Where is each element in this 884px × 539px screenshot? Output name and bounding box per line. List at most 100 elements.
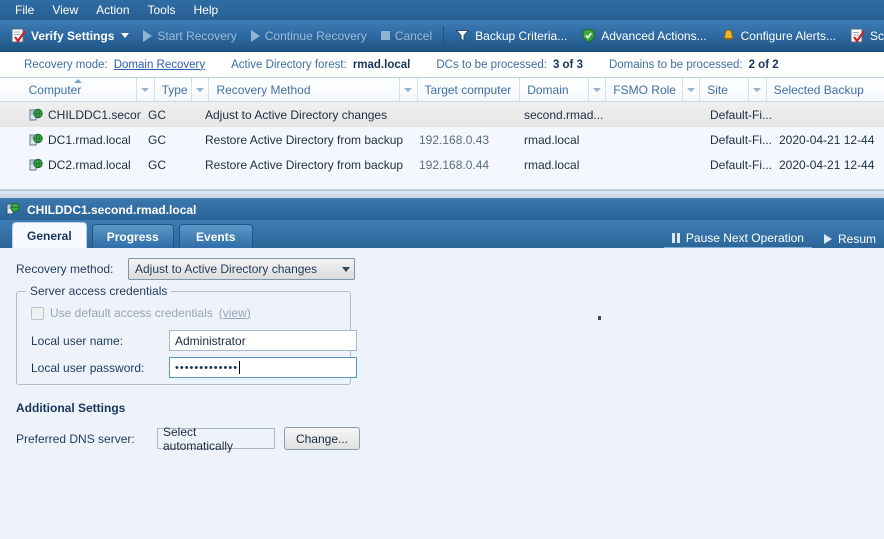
recovery-method-row: Recovery method: Adjust to Active Direct… xyxy=(16,258,355,280)
table-row[interactable]: CHILDDC1.secon... GC Adjust to Active Di… xyxy=(0,102,884,127)
preferred-dns-label: Preferred DNS server: xyxy=(16,431,135,446)
stop-icon xyxy=(380,31,390,40)
tab-general-label: General xyxy=(27,228,72,243)
domains-label: Domains to be processed: xyxy=(608,58,743,71)
row-domain: second.rmad... xyxy=(524,107,604,122)
backup-criteria-button[interactable]: Backup Criteria... xyxy=(448,25,574,46)
general-tab-content: Recovery method: Adjust to Active Direct… xyxy=(10,249,884,499)
menu-item-action[interactable]: Action xyxy=(87,1,138,19)
grid-header-domain[interactable]: Domain xyxy=(520,78,589,101)
panel-splitter[interactable] xyxy=(0,190,884,199)
row-selected-backup: 2020-04-21 12-44 xyxy=(779,157,875,172)
local-user-password-value: ••••••••••••• xyxy=(175,361,239,374)
cancel-label: Cancel xyxy=(394,28,433,43)
application-window: File View Action Tools Help Verify Setti… xyxy=(0,0,884,539)
dc-grid: Computer Type Recovery Method Target com… xyxy=(0,78,884,190)
resume-button[interactable]: Resum xyxy=(816,230,884,248)
filter-recovery-method-icon[interactable] xyxy=(399,78,418,101)
advanced-actions-button[interactable]: Advanced Actions... xyxy=(574,25,713,46)
filter-domain-icon[interactable] xyxy=(588,78,607,101)
menu-item-help[interactable]: Help xyxy=(185,1,228,19)
grid-header-type[interactable]: Type xyxy=(155,78,192,101)
forest-value: rmad.local xyxy=(352,58,411,71)
row-domain: rmad.local xyxy=(524,132,580,147)
shield-icon xyxy=(581,28,596,43)
view-credentials-link[interactable]: (view) xyxy=(219,306,251,320)
row-site: Default-Fi... xyxy=(710,132,772,147)
local-user-password-label: Local user password: xyxy=(31,360,145,375)
domains-value: 2 of 2 xyxy=(748,58,779,71)
row-computer: CHILDDC1.secon... xyxy=(22,108,141,122)
local-user-name-value: Administrator xyxy=(175,333,246,348)
grid-header-row: Computer Type Recovery Method Target com… xyxy=(0,78,884,102)
sort-ascending-icon xyxy=(73,79,82,83)
chevron-down-icon[interactable] xyxy=(121,33,130,38)
grid-header-fsmo-role[interactable]: FSMO Role xyxy=(606,78,683,101)
grid-header-target-computer-label: Target computer xyxy=(424,82,512,97)
detail-panel: CHILDDC1.second.rmad.local General Progr… xyxy=(0,199,884,499)
verify-settings-icon xyxy=(11,28,26,43)
table-row[interactable]: DC1.rmad.local GC Restore Active Directo… xyxy=(0,127,884,152)
menu-item-file[interactable]: File xyxy=(6,1,43,19)
local-user-name-label: Local user name: xyxy=(31,333,124,348)
preferred-dns-value: Select automatically xyxy=(157,425,275,453)
grid-header-recovery-method[interactable]: Recovery Method xyxy=(209,78,400,101)
dcs-label: DCs to be processed: xyxy=(436,58,547,71)
grid-header-type-label: Type xyxy=(161,82,188,97)
recovery-mode-link[interactable]: Domain Recovery xyxy=(114,59,205,71)
filter-fsmo-icon[interactable] xyxy=(682,78,701,101)
resume-label: Resum xyxy=(837,231,876,246)
pause-next-operation-button[interactable]: Pause Next Operation xyxy=(663,229,812,248)
filter-computer-icon[interactable] xyxy=(136,78,155,101)
domain-controller-icon xyxy=(29,108,43,122)
grid-header-selected-backup[interactable]: Selected Backup xyxy=(767,78,884,101)
row-target-computer: 192.168.0.44 xyxy=(419,157,490,172)
grid-header-site[interactable]: Site xyxy=(700,78,750,101)
recovery-method-select[interactable]: Adjust to Active Directory changes xyxy=(128,258,355,280)
server-access-credentials-title: Server access credentials xyxy=(26,284,172,298)
grid-header-site-label: Site xyxy=(707,82,728,97)
menu-item-view[interactable]: View xyxy=(43,1,87,19)
filter-type-icon[interactable] xyxy=(191,78,210,101)
row-computer-label: DC2.rmad.local xyxy=(48,157,131,172)
cancel-button[interactable]: Cancel xyxy=(374,26,439,46)
detail-tab-strip: General Progress Events Pause Next Opera… xyxy=(0,220,884,248)
recovery-mode-label: Recovery mode: xyxy=(24,58,108,71)
tab-events-label: Events xyxy=(196,229,236,244)
advanced-actions-label: Advanced Actions... xyxy=(601,28,707,43)
play-icon xyxy=(823,233,832,244)
detail-panel-title: CHILDDC1.second.rmad.local xyxy=(27,202,197,217)
verify-settings-button[interactable]: Verify Settings xyxy=(4,25,136,46)
row-computer-label: CHILDDC1.secon... xyxy=(48,107,141,122)
grid-header-recovery-method-label: Recovery Method xyxy=(216,82,311,97)
local-user-name-input[interactable]: Administrator xyxy=(169,330,357,351)
chevron-down-icon xyxy=(342,266,350,272)
grid-header-target-computer[interactable]: Target computer xyxy=(418,78,521,101)
menu-item-tools[interactable]: Tools xyxy=(139,1,185,19)
row-recovery-method: Adjust to Active Directory changes xyxy=(205,107,388,122)
configure-alerts-button[interactable]: Configure Alerts... xyxy=(714,25,843,46)
grid-header-selected-backup-label: Selected Backup xyxy=(773,82,864,97)
tab-general[interactable]: General xyxy=(12,222,87,248)
tab-events[interactable]: Events xyxy=(178,224,253,248)
play-icon xyxy=(250,29,260,42)
schedule-verify-button[interactable]: Schedule Verify... xyxy=(843,25,884,46)
row-computer: DC1.rmad.local xyxy=(22,133,141,147)
funnel-icon xyxy=(455,28,470,43)
domain-controller-icon xyxy=(29,158,43,172)
row-recovery-method: Restore Active Directory from backup xyxy=(205,132,404,147)
local-user-password-row: Local user password: ••••••••••••• xyxy=(31,357,357,378)
grid-header-spacer xyxy=(0,78,22,101)
table-row[interactable]: DC2.rmad.local GC Restore Active Directo… xyxy=(0,152,884,177)
filter-site-icon[interactable] xyxy=(749,78,767,101)
tab-progress[interactable]: Progress xyxy=(91,224,174,248)
continue-recovery-button[interactable]: Continue Recovery xyxy=(244,26,374,46)
grid-header-computer[interactable]: Computer xyxy=(22,78,137,101)
row-type: GC xyxy=(148,157,166,172)
domain-controller-icon xyxy=(29,133,43,147)
bell-icon xyxy=(721,28,736,43)
start-recovery-button[interactable]: Start Recovery xyxy=(136,26,243,46)
local-user-password-input[interactable]: ••••••••••••• xyxy=(169,357,357,378)
change-dns-button[interactable]: Change... xyxy=(284,427,360,450)
use-default-credentials-checkbox[interactable] xyxy=(31,306,44,320)
